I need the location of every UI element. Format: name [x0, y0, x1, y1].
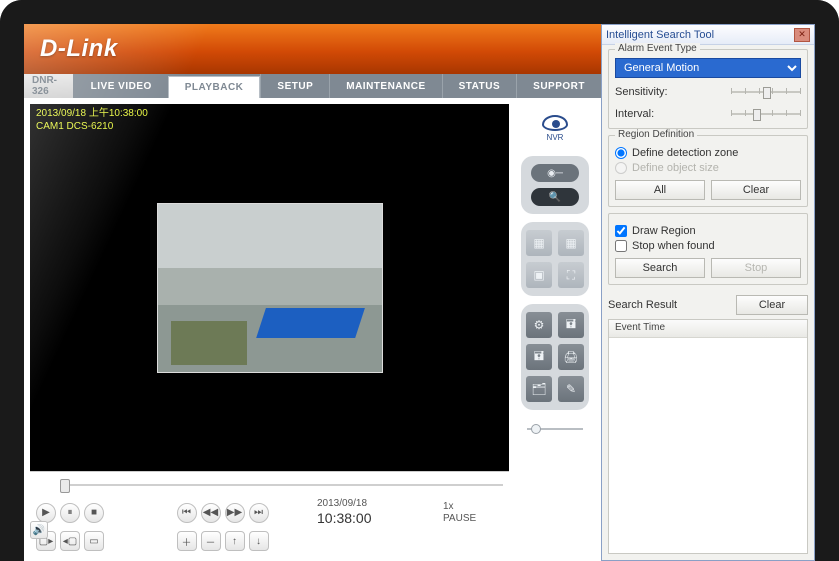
zoom-prev-button[interactable]: ↑	[225, 531, 245, 551]
search-result-list[interactable]: Event Time	[608, 319, 808, 554]
playback-time: 10:38:00	[317, 510, 437, 527]
check-draw-region-input[interactable]	[615, 225, 627, 237]
tool-title: Intelligent Search Tool	[606, 29, 714, 41]
zoom-next-button[interactable]: ↓	[249, 531, 269, 551]
cue-controls: ▢▸ ◂▢ ▭	[36, 531, 171, 551]
cue-open-button[interactable]: ▭	[84, 531, 104, 551]
sensitivity-slider[interactable]	[731, 84, 801, 100]
check-stop-when-found[interactable]: Stop when found	[615, 240, 801, 252]
side-toolbox: NVR ◉─ 🔍 ▦ ▦ ▣ ⛶	[515, 104, 595, 555]
print-icon[interactable]: 🖨	[558, 344, 584, 370]
fullscreen-button[interactable]: ⛶	[558, 262, 584, 288]
export-icon[interactable]: 🗂	[526, 376, 552, 402]
transport-bar: 🔊 ▶ ⏸ ■ ⏮ ◀◀	[30, 471, 509, 555]
brand-logo: D-Link	[40, 35, 118, 63]
check-draw-region[interactable]: Draw Region	[615, 225, 801, 237]
stop-search-button[interactable]: Stop	[711, 258, 801, 278]
region-all-button[interactable]: All	[615, 180, 705, 200]
zoom-out-button[interactable]: －	[201, 531, 221, 551]
tab-support[interactable]: SUPPORT	[516, 74, 601, 98]
last-frame-button[interactable]: ⏭	[249, 503, 269, 523]
playback-date: 2013/09/18	[317, 498, 437, 510]
video-frame	[157, 203, 383, 373]
sensitivity-label: Sensitivity:	[615, 86, 668, 98]
seek-knob[interactable]	[60, 479, 70, 493]
close-icon[interactable]: ✕	[794, 28, 810, 42]
schedule-icon[interactable]: 🖬	[526, 344, 552, 370]
search-result-label: Search Result	[608, 299, 677, 311]
playback-state: PAUSE	[443, 513, 503, 525]
layout-1-button[interactable]: ▦	[526, 230, 552, 256]
zoom-in-button[interactable]: ＋	[177, 531, 197, 551]
layout-3-button[interactable]: ▣	[526, 262, 552, 288]
tab-maintenance[interactable]: MAINTENANCE	[329, 74, 441, 98]
step-controls: ⏮ ◀◀ ▶▶ ⏭	[177, 503, 312, 523]
save-clip-icon[interactable]: 🖬	[558, 312, 584, 338]
view-mode-search-icon[interactable]: 🔍	[531, 188, 579, 206]
seek-track[interactable]	[60, 478, 503, 492]
playback-viewport[interactable]: 2013/09/18 上午10:38:00 CAM1 DCS-6210	[30, 104, 509, 471]
model-tag: DNR-326	[24, 74, 75, 98]
result-clear-button[interactable]: Clear	[736, 295, 808, 315]
interval-slider[interactable]	[731, 106, 801, 122]
dlink-nvr-app: D-Link DNR-326 LIVE VIDEO PLAYBACK SETUP…	[24, 24, 601, 561]
tab-status[interactable]: STATUS	[442, 74, 517, 98]
tab-playback[interactable]: PLAYBACK	[168, 76, 261, 98]
pause-button[interactable]: ⏸	[60, 503, 80, 523]
next-frame-button[interactable]: ▶▶	[225, 503, 245, 523]
brightness-slider[interactable]	[527, 422, 583, 436]
tab-live-video[interactable]: LIVE VIDEO	[75, 74, 168, 98]
radio-object-size-input	[615, 162, 627, 174]
cue-out-button[interactable]: ◂▢	[60, 531, 80, 551]
stop-button[interactable]: ■	[84, 503, 104, 523]
check-stop-when-found-input[interactable]	[615, 240, 627, 252]
overlay-camera: CAM1 DCS-6210	[36, 121, 148, 134]
group-region-definition: Region Definition Define detection zone …	[608, 135, 808, 207]
region-clear-button[interactable]: Clear	[711, 180, 801, 200]
settings-icon[interactable]: ⚙	[526, 312, 552, 338]
nvr-label: NVR	[547, 133, 564, 142]
audio-button[interactable]: 🔊	[30, 521, 48, 539]
group-alarm-label: Alarm Event Type	[615, 43, 700, 54]
prev-frame-button[interactable]: ◀◀	[201, 503, 221, 523]
radio-detection-zone-input[interactable]	[615, 147, 627, 159]
interval-label: Interval:	[615, 108, 654, 120]
playback-speed: 1x	[443, 501, 503, 513]
layout-2-button[interactable]: ▦	[558, 230, 584, 256]
brand-bar: D-Link	[24, 24, 601, 74]
play-controls: ▶ ⏸ ■	[36, 503, 171, 523]
group-search-options: Draw Region Stop when found Search Stop	[608, 213, 808, 285]
radio-detection-zone[interactable]: Define detection zone	[615, 147, 801, 159]
view-mode-single[interactable]: ◉─	[531, 164, 579, 182]
group-alarm-event: Alarm Event Type General Motion Sensitiv…	[608, 49, 808, 129]
video-overlay: 2013/09/18 上午10:38:00 CAM1 DCS-6210	[36, 108, 148, 133]
play-button[interactable]: ▶	[36, 503, 56, 523]
overlay-timestamp: 2013/09/18 上午10:38:00	[36, 108, 148, 121]
result-column-event-time[interactable]: Event Time	[609, 320, 807, 338]
radio-object-size: Define object size	[615, 162, 801, 174]
zoom-controls: ＋ － ↑ ↓	[177, 531, 312, 551]
intelligent-search-window: Intelligent Search Tool ✕ Alarm Event Ty…	[601, 24, 815, 561]
main-tabs: DNR-326 LIVE VIDEO PLAYBACK SETUP MAINTE…	[24, 74, 601, 98]
nvr-logo-icon: NVR	[535, 108, 575, 148]
edit-icon[interactable]: ✎	[558, 376, 584, 402]
search-button[interactable]: Search	[615, 258, 705, 278]
first-frame-button[interactable]: ⏮	[177, 503, 197, 523]
tool-titlebar[interactable]: Intelligent Search Tool ✕	[602, 25, 814, 45]
group-region-label: Region Definition	[615, 129, 697, 140]
tab-setup[interactable]: SETUP	[260, 74, 329, 98]
alarm-type-select[interactable]: General Motion	[615, 58, 801, 78]
